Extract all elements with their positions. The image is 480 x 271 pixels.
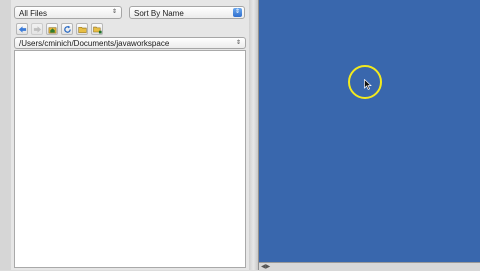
open-folder-button[interactable]	[76, 23, 88, 35]
mouse-pointer-icon	[364, 79, 372, 90]
sort-order-value: Sort By Name	[134, 9, 184, 18]
current-path-value: /Users/cminich/Documents/javaworkspace	[19, 39, 170, 48]
folder-icon	[77, 26, 87, 33]
new-folder-button[interactable]	[91, 23, 103, 35]
home-folder-icon	[48, 26, 56, 33]
chevron-updown-icon: ⇕	[111, 9, 118, 15]
refresh-icon	[63, 25, 71, 33]
file-browser-panel: All Files ⇕ Sort By Name ⇕ /Users/cminic…	[11, 0, 250, 270]
chevron-updown-icon: ⇕	[235, 40, 242, 46]
file-filter-select[interactable]: All Files ⇕	[14, 6, 122, 19]
back-arrow-icon	[18, 25, 26, 33]
split-pane-divider[interactable]	[249, 0, 259, 270]
file-list[interactable]	[14, 50, 246, 268]
back-button[interactable]	[16, 23, 28, 35]
forward-button[interactable]	[31, 23, 43, 35]
chevron-updown-icon: ⇕	[233, 8, 242, 17]
home-button[interactable]	[46, 23, 58, 35]
file-toolbar	[16, 23, 103, 35]
refresh-button[interactable]	[61, 23, 73, 35]
drawing-canvas[interactable]	[259, 0, 480, 262]
file-filter-value: All Files	[19, 9, 48, 18]
current-path-select[interactable]: /Users/cminich/Documents/javaworkspace ⇕	[14, 37, 246, 49]
forward-arrow-icon	[33, 25, 41, 33]
sort-order-select[interactable]: Sort By Name ⇕	[129, 6, 245, 19]
new-folder-icon	[92, 26, 102, 33]
